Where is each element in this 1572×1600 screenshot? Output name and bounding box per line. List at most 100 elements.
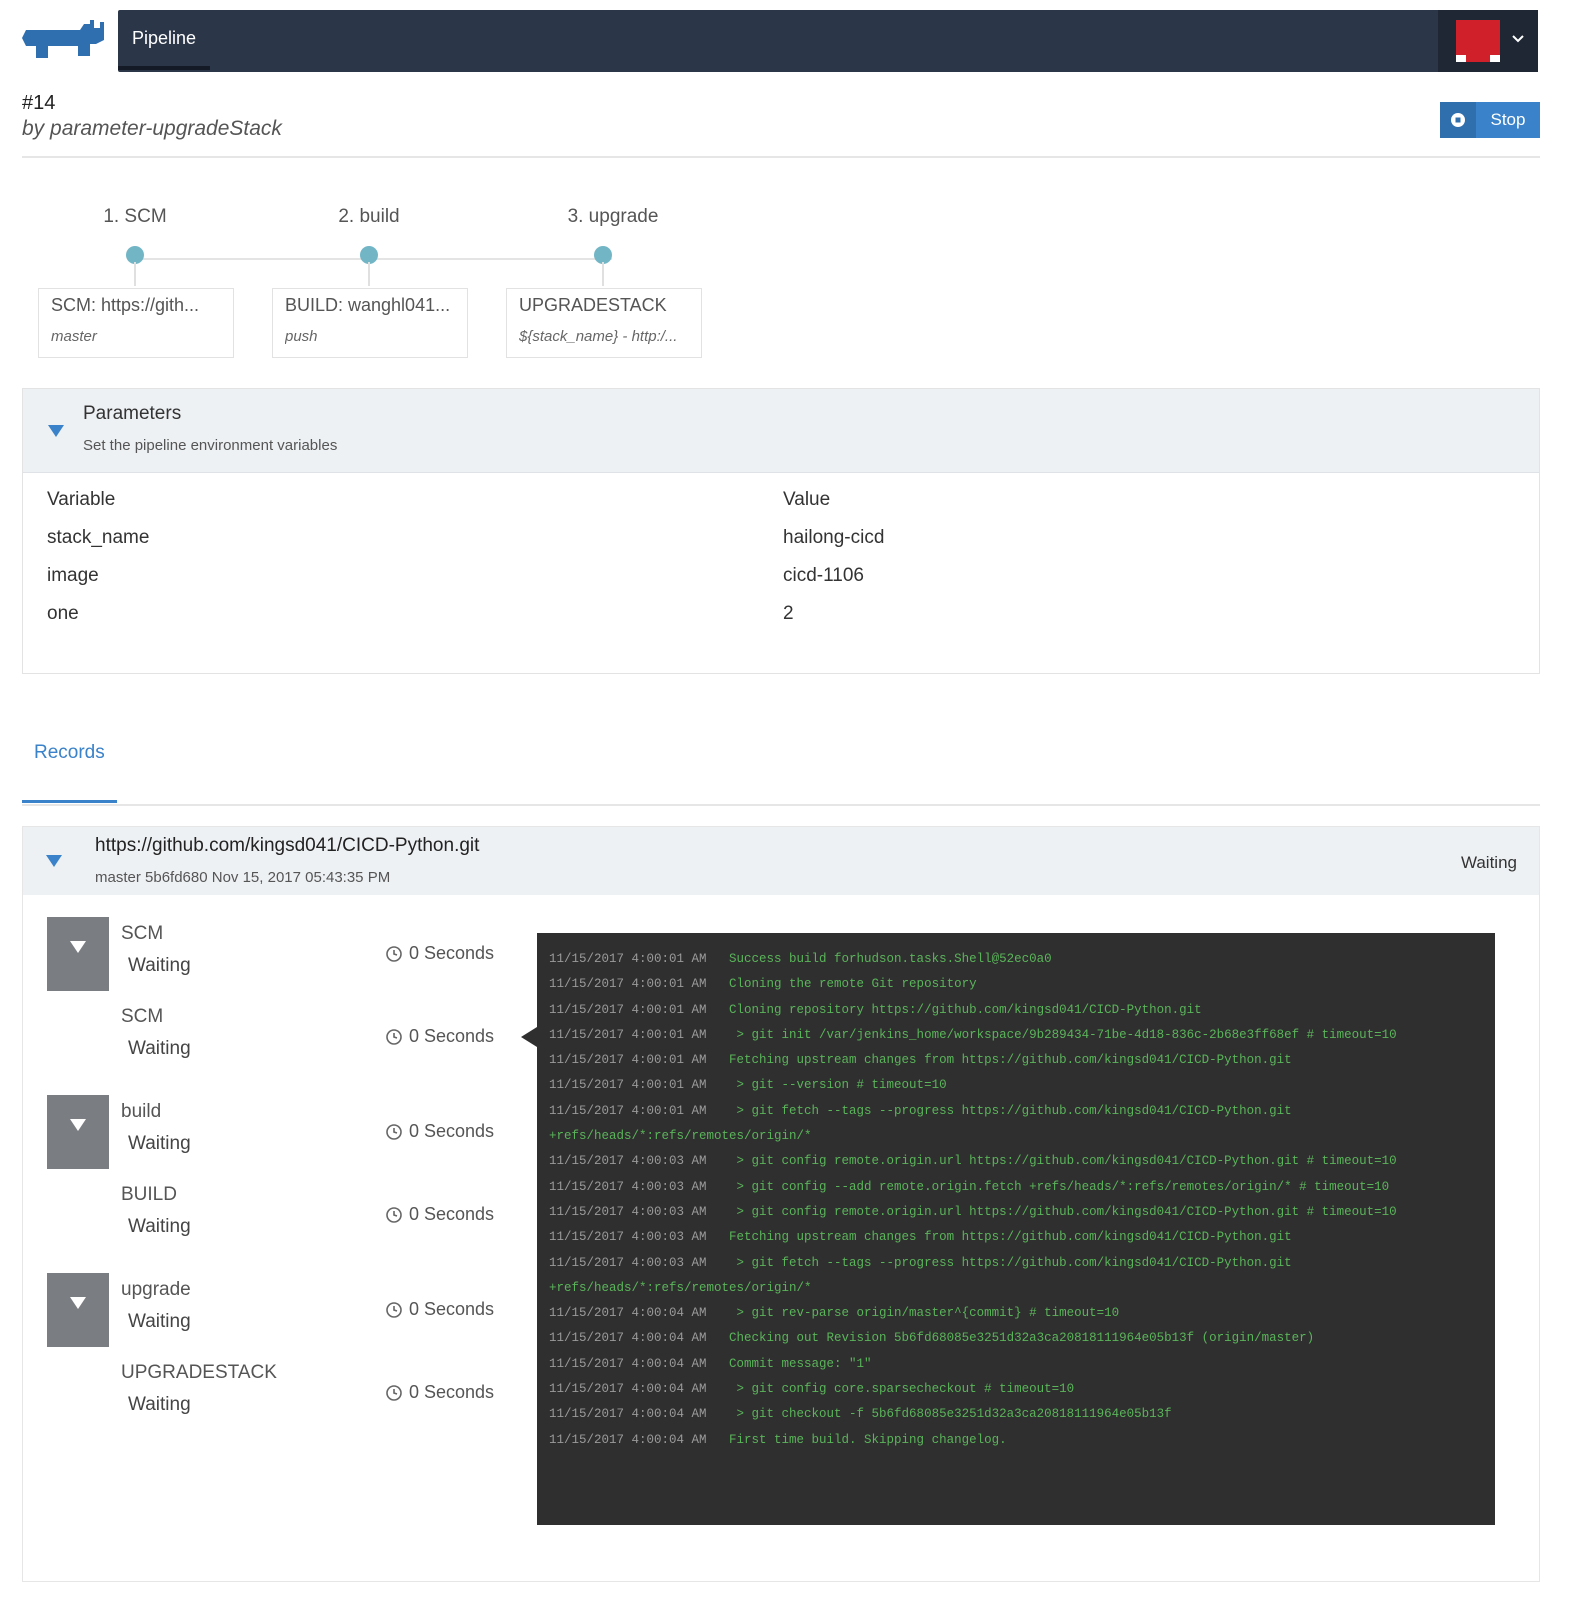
log-timestamp: 11/15/2017 4:00:03 AM bbox=[549, 1154, 730, 1169]
step-name[interactable]: BUILD bbox=[121, 1184, 177, 1206]
log-timestamp: 11/15/2017 4:00:04 AM bbox=[549, 1331, 730, 1346]
parameters-panel: Parameters Set the pipeline environment … bbox=[22, 388, 1540, 674]
collapse-triangle-icon bbox=[70, 1119, 86, 1131]
stage-toggle-build[interactable] bbox=[47, 1095, 109, 1169]
log-line: +refs/heads/*:refs/remotes/origin/* bbox=[549, 1276, 1483, 1301]
table-row: one 2 bbox=[47, 603, 1517, 641]
table-row: stack_name hailong-cicd bbox=[47, 527, 1517, 565]
param-variable: image bbox=[47, 565, 99, 586]
log-line: 11/15/2017 4:00:04 AM > git checkout -f … bbox=[549, 1402, 1483, 1427]
stage-stem bbox=[602, 262, 604, 286]
step-duration: 0 Seconds bbox=[379, 1204, 494, 1225]
log-message: Commit message: "1" bbox=[729, 1356, 872, 1371]
log-timestamp: 11/15/2017 4:00:01 AM bbox=[549, 952, 730, 966]
clock-icon bbox=[386, 1301, 402, 1318]
stage-card-scm[interactable]: SCM: https://gith... master bbox=[38, 288, 234, 358]
collapse-triangle-icon[interactable] bbox=[48, 425, 64, 437]
step-name[interactable]: build bbox=[121, 1101, 161, 1123]
log-timestamp: 11/15/2017 4:00:01 AM bbox=[549, 1078, 730, 1093]
step-duration-text: 0 Seconds bbox=[408, 1299, 494, 1319]
log-timestamp: 11/15/2017 4:00:03 AM bbox=[549, 1230, 730, 1245]
step-duration: 0 Seconds bbox=[379, 1382, 494, 1403]
stage-card-upgrade[interactable]: UPGRADESTACK ${stack_name} - http:/... bbox=[506, 288, 702, 358]
stage-card-title: SCM: https://gith... bbox=[51, 295, 200, 315]
chevron-down-icon[interactable] bbox=[1508, 28, 1528, 48]
stage-card-subtitle: ${stack_name} - http:/... bbox=[519, 328, 678, 345]
column-header-variable: Variable bbox=[47, 489, 116, 510]
param-variable: stack_name bbox=[47, 527, 150, 548]
log-message: > git fetch --tags --progress https://gi… bbox=[729, 1103, 1292, 1118]
step-duration-text: 0 Seconds bbox=[408, 1204, 494, 1224]
log-message: > git init /var/jenkins_home/workspace/9… bbox=[729, 1027, 1397, 1042]
step-duration: 0 Seconds bbox=[379, 943, 494, 964]
log-timestamp: 11/15/2017 4:00:04 AM bbox=[549, 1306, 730, 1321]
step-name[interactable]: UPGRADESTACK bbox=[121, 1362, 277, 1384]
parameters-header[interactable]: Parameters Set the pipeline environment … bbox=[23, 389, 1539, 473]
log-message: > git config core.sparsecheckout # timeo… bbox=[729, 1382, 1075, 1397]
log-timestamp: 11/15/2017 4:00:04 AM bbox=[549, 1382, 730, 1397]
param-value: 2 bbox=[783, 603, 794, 624]
log-message: > git rev-parse origin/master^{commit} #… bbox=[729, 1306, 1120, 1321]
collapse-triangle-icon bbox=[70, 941, 86, 953]
param-variable: one bbox=[47, 603, 79, 624]
log-timestamp: 11/15/2017 4:00:03 AM bbox=[549, 1204, 730, 1219]
nav-active-indicator bbox=[118, 66, 210, 70]
stage-stem bbox=[134, 262, 136, 286]
step-duration: 0 Seconds bbox=[379, 1121, 494, 1142]
log-line: 11/15/2017 4:00:04 AM Checking out Revis… bbox=[549, 1326, 1483, 1351]
clock-icon bbox=[386, 1028, 402, 1045]
log-line: 11/15/2017 4:00:01 AM > git init /var/je… bbox=[549, 1023, 1483, 1048]
log-timestamp: 11/15/2017 4:00:04 AM bbox=[549, 1432, 730, 1447]
param-value: hailong-cicd bbox=[783, 527, 885, 548]
clock-icon bbox=[386, 1123, 402, 1140]
nav-tab-pipeline[interactable]: Pipeline bbox=[132, 28, 196, 49]
top-nav-bar: Pipeline bbox=[118, 10, 1538, 72]
log-message: Checking out Revision 5b6fd68085e3251d32… bbox=[729, 1331, 1315, 1346]
stage-card-title: BUILD: wanghl041... bbox=[285, 295, 451, 315]
clock-icon bbox=[386, 1384, 402, 1401]
log-timestamp: 11/15/2017 4:00:04 AM bbox=[549, 1407, 730, 1422]
user-avatar[interactable] bbox=[1456, 20, 1500, 62]
step-name[interactable]: upgrade bbox=[121, 1279, 191, 1301]
log-line: 11/15/2017 4:00:03 AM Fetching upstream … bbox=[549, 1225, 1483, 1250]
log-message: Fetching upstream changes from https://g… bbox=[729, 1230, 1292, 1245]
stage-card-subtitle: master bbox=[51, 328, 97, 345]
step-duration-text: 0 Seconds bbox=[408, 1382, 494, 1402]
step-name[interactable]: SCM bbox=[121, 923, 163, 945]
record-header[interactable]: https://github.com/kingsd041/CICD-Python… bbox=[23, 827, 1539, 895]
clock-icon bbox=[386, 1206, 402, 1223]
collapse-triangle-icon bbox=[70, 1297, 86, 1309]
log-line: 11/15/2017 4:00:01 AM Success build forh… bbox=[549, 947, 1483, 972]
step-name[interactable]: SCM bbox=[121, 1006, 163, 1028]
param-value: cicd-1106 bbox=[783, 565, 864, 586]
stop-button[interactable]: Stop bbox=[1440, 102, 1540, 138]
stage-card-subtitle: push bbox=[285, 328, 318, 345]
collapse-triangle-icon[interactable] bbox=[46, 855, 62, 867]
log-line: 11/15/2017 4:00:03 AM > git fetch --tags… bbox=[549, 1251, 1483, 1276]
stage-toggle-scm[interactable] bbox=[47, 917, 109, 991]
log-line: 11/15/2017 4:00:04 AM Commit message: "1… bbox=[549, 1352, 1483, 1377]
record-panel: https://github.com/kingsd041/CICD-Python… bbox=[22, 826, 1540, 1582]
user-menu[interactable] bbox=[1438, 10, 1538, 72]
log-line: +refs/heads/*:refs/remotes/origin/* bbox=[549, 1124, 1483, 1149]
console-pointer bbox=[521, 1027, 537, 1047]
commit-info: master 5b6fd680 Nov 15, 2017 05:43:35 PM bbox=[95, 869, 391, 886]
record-status: Waiting bbox=[1460, 853, 1517, 872]
log-line: 11/15/2017 4:00:01 AM Cloning the remote… bbox=[549, 972, 1483, 997]
log-message: Cloning repository https://github.com/ki… bbox=[729, 1002, 1202, 1017]
stage-card-build[interactable]: BUILD: wanghl041... push bbox=[272, 288, 468, 358]
log-message: First time build. Skipping changelog. bbox=[729, 1432, 1007, 1447]
log-timestamp: 11/15/2017 4:00:03 AM bbox=[549, 1255, 730, 1270]
stage-toggle-upgrade[interactable] bbox=[47, 1273, 109, 1347]
log-console[interactable]: 11/15/2017 4:00:01 AM Success build forh… bbox=[537, 933, 1495, 1525]
log-timestamp: 11/15/2017 4:00:01 AM bbox=[549, 1103, 730, 1118]
log-line: 11/15/2017 4:00:04 AM > git rev-parse or… bbox=[549, 1301, 1483, 1326]
tab-records[interactable]: Records bbox=[34, 742, 105, 764]
log-message: > git --version # timeout=10 bbox=[729, 1078, 947, 1093]
log-message: > git checkout -f 5b6fd68085e3251d32a3ca… bbox=[729, 1407, 1172, 1422]
log-line: 11/15/2017 4:00:03 AM > git config remot… bbox=[549, 1149, 1483, 1174]
log-message: > git fetch --tags --progress https://gi… bbox=[729, 1255, 1292, 1270]
rancher-logo[interactable] bbox=[20, 18, 104, 64]
parameters-title: Parameters bbox=[83, 403, 182, 424]
log-message: Fetching upstream changes from https://g… bbox=[729, 1053, 1292, 1068]
